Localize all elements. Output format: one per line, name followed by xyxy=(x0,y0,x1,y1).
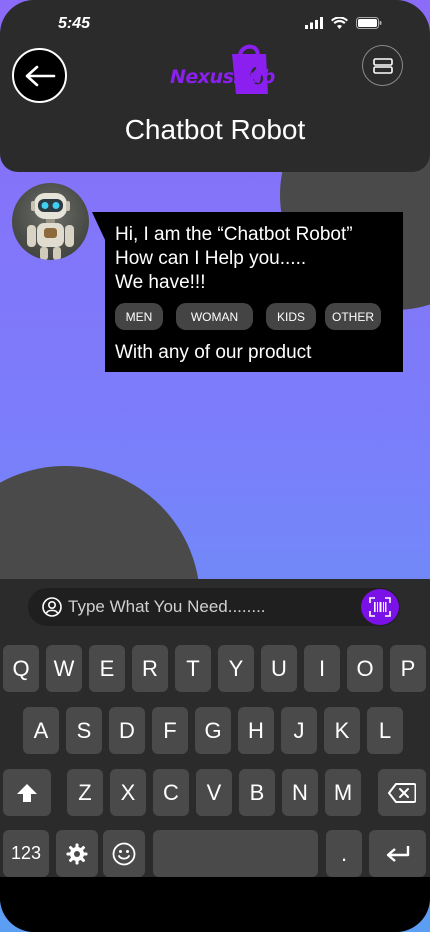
message-line: Hi, I am the “Chatbot Robot” xyxy=(115,224,353,245)
key-v[interactable]: V xyxy=(196,769,232,816)
key-g[interactable]: G xyxy=(195,707,231,754)
app-screen: 5:45 NexusHub Chatbot Robot Hi, I am the… xyxy=(0,0,430,932)
emoji-key[interactable] xyxy=(103,830,145,877)
key-r[interactable]: R xyxy=(132,645,168,692)
key-t[interactable]: T xyxy=(175,645,211,692)
key-w[interactable]: W xyxy=(46,645,82,692)
chip-woman[interactable]: WOMAN xyxy=(176,303,253,330)
status-time: 5:45 xyxy=(58,15,91,32)
chatbot-avatar xyxy=(12,183,89,260)
bottom-bar xyxy=(0,877,430,932)
arrow-left-icon xyxy=(25,65,55,86)
chip-men[interactable]: MEN xyxy=(115,303,163,330)
key-e[interactable]: E xyxy=(89,645,125,692)
chat-input[interactable] xyxy=(68,588,348,626)
chat-bubble: Hi, I am the “Chatbot Robot” How can I H… xyxy=(105,212,403,372)
wifi-icon xyxy=(331,17,348,29)
key-q[interactable]: Q xyxy=(3,645,39,692)
return-icon xyxy=(386,845,409,862)
key-j[interactable]: J xyxy=(281,707,317,754)
key-d[interactable]: D xyxy=(109,707,145,754)
period-key[interactable]: . xyxy=(326,830,362,877)
smiley-icon xyxy=(112,842,136,865)
status-icons xyxy=(305,17,382,29)
robot-icon xyxy=(27,193,74,260)
key-b[interactable]: B xyxy=(239,769,275,816)
chat-bubble-tail xyxy=(92,212,106,242)
key-i[interactable]: I xyxy=(304,645,340,692)
key-f[interactable]: F xyxy=(152,707,188,754)
user-icon xyxy=(42,597,62,617)
numbers-key[interactable]: 123 xyxy=(3,830,49,877)
message-line: We have!!! xyxy=(115,272,206,293)
key-o[interactable]: O xyxy=(347,645,383,692)
scan-button[interactable] xyxy=(361,589,399,625)
app-header: 5:45 NexusHub Chatbot Robot xyxy=(0,0,430,172)
key-k[interactable]: K xyxy=(324,707,360,754)
backspace-icon xyxy=(388,782,416,803)
search-bar xyxy=(28,588,400,626)
nexushub-logo: NexusHub xyxy=(168,40,275,96)
signal-icon xyxy=(305,17,323,29)
chip-other[interactable]: OTHER xyxy=(325,303,381,330)
key-y[interactable]: Y xyxy=(218,645,254,692)
shift-icon xyxy=(17,783,37,802)
logo-text: NexusHub xyxy=(170,66,275,88)
page-title: Chatbot Robot xyxy=(124,114,306,145)
message-closing-line: With any of our product xyxy=(115,342,312,363)
barcode-scan-icon xyxy=(369,597,391,617)
space-key[interactable] xyxy=(153,830,318,877)
back-button[interactable] xyxy=(12,48,67,103)
key-u[interactable]: U xyxy=(261,645,297,692)
settings-key[interactable] xyxy=(56,830,98,877)
key-l[interactable]: L xyxy=(367,707,403,754)
key-a[interactable]: A xyxy=(23,707,59,754)
key-x[interactable]: X xyxy=(110,769,146,816)
key-h[interactable]: H xyxy=(238,707,274,754)
menu-button[interactable] xyxy=(362,45,403,86)
key-s[interactable]: S xyxy=(66,707,102,754)
shift-key[interactable] xyxy=(3,769,51,816)
menu-icon xyxy=(372,57,393,74)
chip-kids[interactable]: KIDS xyxy=(266,303,316,330)
key-m[interactable]: M xyxy=(325,769,361,816)
return-key[interactable] xyxy=(369,830,426,877)
backspace-key[interactable] xyxy=(378,769,426,816)
key-c[interactable]: C xyxy=(153,769,189,816)
message-line: How can I Help you..... xyxy=(115,248,307,269)
battery-icon xyxy=(356,17,382,29)
key-n[interactable]: N xyxy=(282,769,318,816)
gear-icon xyxy=(66,843,88,864)
key-z[interactable]: Z xyxy=(67,769,103,816)
key-p[interactable]: P xyxy=(390,645,426,692)
